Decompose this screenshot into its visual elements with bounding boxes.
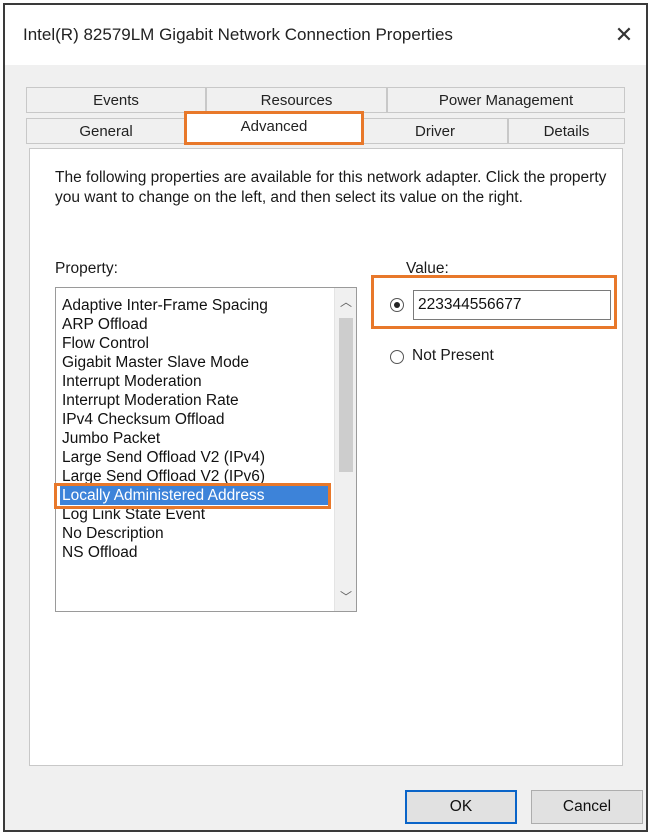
tab-resources[interactable]: Resources bbox=[206, 87, 387, 113]
list-item[interactable]: Large Send Offload V2 (IPv4) bbox=[60, 448, 330, 467]
title-bar[interactable]: Intel(R) 82579LM Gigabit Network Connect… bbox=[5, 5, 646, 65]
chevron-up-icon[interactable]: ︿ bbox=[335, 292, 356, 312]
radio-dot bbox=[394, 302, 400, 308]
value-label: Value: bbox=[406, 260, 449, 277]
property-list[interactable]: Adaptive Inter-Frame Spacing ARP Offload… bbox=[55, 287, 357, 612]
tab-power-management[interactable]: Power Management bbox=[387, 87, 625, 113]
list-item[interactable]: ARP Offload bbox=[60, 315, 330, 334]
close-icon[interactable]: ✕ bbox=[606, 17, 642, 53]
tab-advanced[interactable]: Advanced bbox=[186, 113, 362, 143]
properties-dialog: Intel(R) 82579LM Gigabit Network Connect… bbox=[3, 3, 648, 832]
cancel-button[interactable]: Cancel bbox=[531, 790, 643, 824]
list-item[interactable]: Interrupt Moderation Rate bbox=[60, 391, 330, 410]
property-list-scrollbar[interactable]: ︿ ﹀ bbox=[334, 288, 356, 611]
list-item-selected[interactable]: Locally Administered Address bbox=[60, 486, 328, 505]
tab-driver[interactable]: Driver bbox=[362, 118, 508, 144]
value-input[interactable] bbox=[413, 290, 611, 320]
list-item[interactable]: Gigabit Master Slave Mode bbox=[60, 353, 330, 372]
list-item[interactable]: Flow Control bbox=[60, 334, 330, 353]
tab-details[interactable]: Details bbox=[508, 118, 625, 144]
ok-button[interactable]: OK bbox=[405, 790, 517, 824]
list-item[interactable]: Log Link State Event bbox=[60, 505, 330, 524]
window-title: Intel(R) 82579LM Gigabit Network Connect… bbox=[23, 25, 453, 44]
not-present-radio[interactable] bbox=[390, 350, 404, 364]
property-label: Property: bbox=[55, 260, 118, 277]
list-item[interactable]: IPv4 Checksum Offload bbox=[60, 410, 330, 429]
list-item[interactable]: Jumbo Packet bbox=[60, 429, 330, 448]
tab-general[interactable]: General bbox=[26, 118, 186, 144]
list-item[interactable]: NS Offload bbox=[60, 543, 330, 562]
value-radio[interactable] bbox=[390, 298, 404, 312]
not-present-label: Not Present bbox=[412, 347, 494, 364]
description-text: The following properties are available f… bbox=[55, 169, 607, 206]
list-item[interactable]: Interrupt Moderation bbox=[60, 372, 330, 391]
list-item[interactable]: No Description bbox=[60, 524, 330, 543]
scroll-thumb[interactable] bbox=[339, 318, 353, 472]
tab-events[interactable]: Events bbox=[26, 87, 206, 113]
list-item[interactable]: Large Send Offload V2 (IPv6) bbox=[60, 467, 330, 486]
chevron-down-icon[interactable]: ﹀ bbox=[335, 587, 356, 607]
list-item[interactable]: Adaptive Inter-Frame Spacing bbox=[60, 296, 330, 315]
